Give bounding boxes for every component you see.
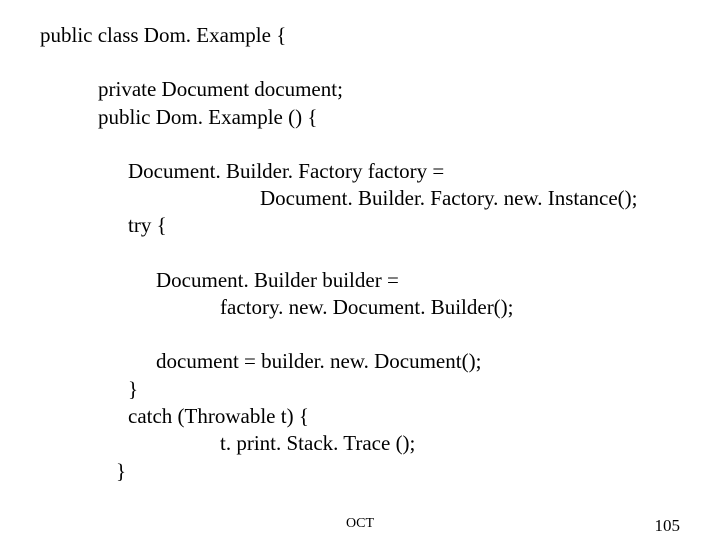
code-line: public Dom. Example () { [0, 104, 720, 131]
code-line: private Document document; [0, 76, 720, 103]
code-line: } [0, 458, 720, 485]
code-line: t. print. Stack. Trace (); [0, 430, 720, 457]
code-block: public class Dom. Example { private Docu… [0, 0, 720, 485]
code-line: catch (Throwable t) { [0, 403, 720, 430]
code-line: public class Dom. Example { [0, 22, 720, 49]
code-line: Document. Builder builder = [0, 267, 720, 294]
footer-label: OCT [346, 516, 374, 532]
code-line: Document. Builder. Factory factory = [0, 158, 720, 185]
code-line: } [0, 376, 720, 403]
code-line: document = builder. new. Document(); [0, 348, 720, 375]
code-line: Document. Builder. Factory. new. Instanc… [0, 185, 720, 212]
code-line: try { [0, 212, 720, 239]
code-line: factory. new. Document. Builder(); [0, 294, 720, 321]
page-number: 105 [655, 516, 681, 536]
